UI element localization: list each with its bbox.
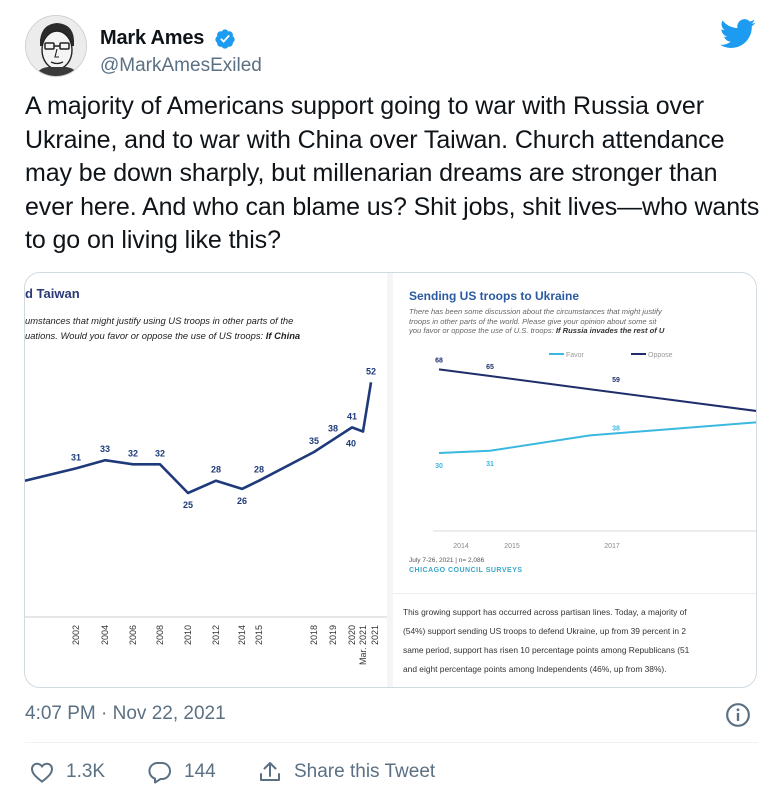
info-icon[interactable] <box>725 702 751 728</box>
favor-data-label: 31 <box>486 461 494 468</box>
x-tick-label: 2014 <box>237 625 247 645</box>
tweet-text: A majority of Americans support going to… <box>25 92 760 254</box>
like-count: 1.3K <box>66 761 106 782</box>
article-line: This growing support has occurred across… <box>403 607 687 617</box>
reply-count: 144 <box>184 761 216 782</box>
oppose-data-label: 65 <box>486 364 494 371</box>
data-label: 28 <box>254 465 264 475</box>
article-line: same period, support has risen 10 percen… <box>403 645 690 655</box>
x-tick-label: 2008 <box>155 625 165 645</box>
legend-favor-label: Favor <box>566 352 585 359</box>
legend-oppose-label: Oppose <box>648 352 673 359</box>
data-label: 25 <box>183 500 193 510</box>
twitter-logo-icon[interactable] <box>720 19 756 49</box>
reply-button[interactable]: 144 <box>148 758 216 786</box>
data-label: 35 <box>309 436 319 446</box>
x-tick-label: Mar. 2021 <box>358 625 368 665</box>
x-tick-label: 2014 <box>453 543 469 550</box>
data-label: 40 <box>346 439 356 449</box>
favor-data-label: 30 <box>435 463 443 470</box>
share-icon <box>260 762 280 781</box>
x-tick-label: 2019 <box>328 625 338 645</box>
favor-series-line <box>438 421 756 454</box>
data-label: 38 <box>328 424 338 434</box>
oppose-data-label: 59 <box>612 377 620 384</box>
reply-icon <box>148 762 171 784</box>
x-tick-label: 2012 <box>211 625 221 645</box>
x-tick-label: 2006 <box>128 625 138 645</box>
data-label: 32 <box>128 448 138 458</box>
media-attachment[interactable]: d Taiwan umstances that might justify us… <box>24 272 757 688</box>
article-excerpt: This growing support has occurred across… <box>403 603 756 683</box>
data-label: 52 <box>366 366 376 376</box>
x-tick-label: 2004 <box>100 625 110 645</box>
data-label: 31 <box>71 452 81 462</box>
author-handle[interactable]: @MarkAmesExiled <box>100 55 262 77</box>
verified-badge-icon <box>215 29 235 49</box>
data-label: 28 <box>211 465 221 475</box>
share-button[interactable]: Share this Tweet <box>258 758 435 786</box>
x-tick-label: 2010 <box>183 625 193 645</box>
x-tick-label: 2002 <box>71 625 81 645</box>
article-line: (54%) support sending US troops to defen… <box>403 626 687 636</box>
article-line: and eight percentage points among Indepe… <box>403 664 667 674</box>
oppose-data-label: 68 <box>435 357 443 364</box>
x-tick-label: 2015 <box>254 625 264 645</box>
share-label: Share this Tweet <box>294 761 436 782</box>
ukraine-line-chart: Favor Oppose 30 68 31 65 38 59 2014 2015 2017 <box>433 352 756 550</box>
x-tick-label: 2017 <box>604 543 620 550</box>
favor-data-label: 38 <box>612 425 620 432</box>
taiwan-line-chart: 31 33 32 32 25 28 26 28 35 38 41 40 52 2002 2004 2006 20… <box>25 366 387 665</box>
taiwan-series-line <box>25 382 373 495</box>
x-tick-label: 2018 <box>309 625 319 645</box>
like-button[interactable]: 1.3K <box>30 758 105 786</box>
chart-image-ukraine[interactable]: Sending US troops to Ukraine There has b… <box>393 273 756 687</box>
data-label: 32 <box>155 448 165 458</box>
tweet-timestamp[interactable]: 4:07 PM · Nov 22, 2021 <box>25 703 226 725</box>
x-tick-label: 2020 <box>347 625 357 645</box>
data-label: 33 <box>100 444 110 454</box>
author-name[interactable]: Mark Ames <box>100 27 204 50</box>
tweet-card: Mark Ames @MarkAmesExiled A majority of … <box>0 0 782 798</box>
data-label: 26 <box>237 496 247 506</box>
x-tick-label: 2015 <box>504 543 520 550</box>
oppose-series-line <box>438 368 756 412</box>
divider <box>393 593 756 594</box>
avatar[interactable] <box>25 15 87 77</box>
chart-source: CHICAGO COUNCIL SURVEYS <box>409 567 523 574</box>
heart-icon <box>30 762 54 783</box>
data-label: 41 <box>347 411 357 421</box>
x-tick-label: 2021 <box>370 625 380 645</box>
chart-footnote: July 7-26, 2021 | n= 2,086 <box>409 557 485 564</box>
chart-image-taiwan[interactable]: d Taiwan umstances that might justify us… <box>25 273 387 687</box>
footer-divider <box>25 742 758 743</box>
